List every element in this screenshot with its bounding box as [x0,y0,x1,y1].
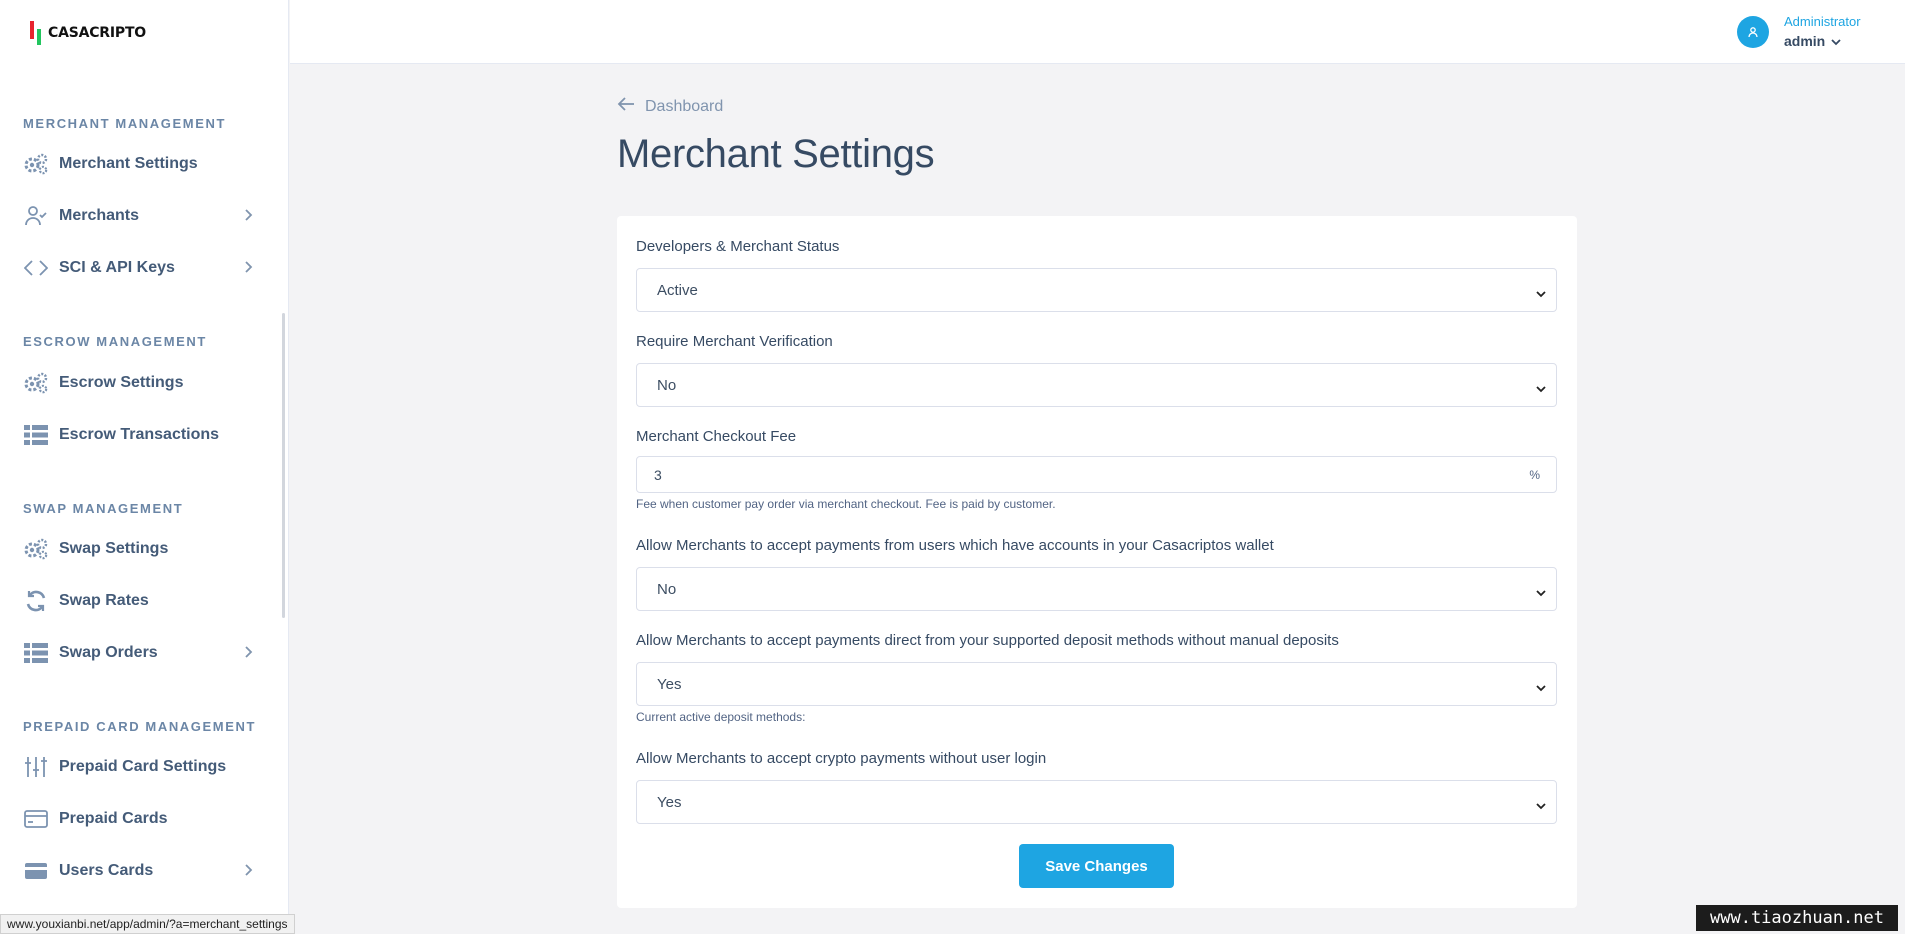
logo-mark-icon [30,21,42,45]
browser-status-url: www.youxianbi.net/app/admin/?a=merchant_… [0,914,295,934]
sidebar-item-label: Prepaid Cards [59,810,168,827]
settings-card: Developers & Merchant Status Active Requ… [617,216,1577,908]
arrow-left-icon [617,96,635,117]
gears-icon [23,151,49,177]
user-name: admin [1784,33,1826,49]
sidebar-item-swap-rates[interactable]: Swap Rates [23,583,263,619]
chevron-down-icon [1536,285,1546,302]
field-label-wallet-payments: Allow Merchants to accept payments from … [636,537,1274,554]
nav-heading-swap-management: SWAP MANAGEMENT [23,501,184,516]
deposit-methods-hint: Current active deposit methods: [636,710,806,724]
chevron-down-icon [1536,797,1546,814]
chevron-down-icon [1536,679,1546,696]
wallet-payments-select[interactable]: No [636,567,1557,611]
sidebar-item-swap-orders[interactable]: Swap Orders [23,635,263,671]
sliders-icon [23,754,49,780]
gears-icon [23,536,49,562]
sidebar: CASACRIPTO MERCHANT MANAGEMENT Merchant … [0,0,289,934]
sidebar-scrollbar[interactable] [282,313,285,618]
select-value: Yes [657,675,682,693]
sidebar-item-label: Escrow Settings [59,374,184,391]
chevron-right-icon [243,645,253,664]
gears-icon [23,370,49,396]
merchant-status-select[interactable]: Active [636,268,1557,312]
nav-heading-escrow-management: ESCROW MANAGEMENT [23,334,207,349]
page-title: Merchant Settings [617,132,935,176]
sidebar-item-label: Prepaid Card Settings [59,758,227,775]
user-meta: Administrator admin [1784,15,1861,48]
chevron-right-icon [243,863,253,882]
refresh-icon [23,588,49,614]
sidebar-item-swap-settings[interactable]: Swap Settings [23,531,263,567]
code-icon [23,255,49,281]
chevron-right-icon [243,260,253,279]
merchant-verification-select[interactable]: No [636,363,1557,407]
sidebar-item-users-cards[interactable]: Users Cards [23,853,263,889]
field-label-direct-deposit: Allow Merchants to accept payments direc… [636,632,1339,649]
breadcrumb[interactable]: Dashboard [617,96,723,117]
list-icon [23,640,49,666]
chevron-down-icon [1536,380,1546,397]
select-value: No [657,580,677,598]
sidebar-item-prepaid-cards[interactable]: Prepaid Cards [23,801,263,837]
save-changes-button[interactable]: Save Changes [1019,844,1174,888]
watermark: www.tiaozhuan.net [1696,905,1898,931]
sidebar-item-label: Swap Orders [59,644,158,661]
checkout-fee-hint: Fee when customer pay order via merchant… [636,497,1056,511]
sidebar-item-merchants[interactable]: Merchants [23,198,263,234]
list-icon [23,422,49,448]
sidebar-item-sci-api-keys[interactable]: SCI & API Keys [23,250,263,286]
chevron-right-icon [243,208,253,227]
select-value: Yes [657,793,682,811]
field-label-checkout-fee: Merchant Checkout Fee [636,428,797,445]
nav-heading-merchant-management: MERCHANT MANAGEMENT [23,116,226,131]
nav-heading-prepaid-card-management: PREPAID CARD MANAGEMENT [23,719,257,734]
avatar[interactable] [1737,15,1769,48]
sidebar-item-escrow-settings[interactable]: Escrow Settings [23,365,263,401]
brand-name: CASACRIPTO [48,25,147,41]
input-value: 3 [654,466,662,483]
user-role: Administrator [1784,14,1861,29]
sidebar-item-label: Users Cards [59,862,154,879]
select-value: No [657,376,677,394]
field-label-crypto-no-login: Allow Merchants to accept crypto payment… [636,750,1047,767]
direct-deposit-select[interactable]: Yes [636,662,1557,706]
sidebar-item-label: Swap Settings [59,540,169,557]
user-menu[interactable]: Administrator admin [1737,15,1861,48]
topbar [290,0,1905,64]
checkout-fee-input[interactable]: 3 % [636,456,1557,493]
sidebar-item-label: SCI & API Keys [59,259,175,276]
select-value: Active [657,281,698,299]
percent-suffix: % [1529,468,1540,482]
user-check-icon [23,203,49,229]
sidebar-item-merchant-settings[interactable]: Merchant Settings [23,146,263,182]
sidebar-item-label: Escrow Transactions [59,426,220,443]
card-icon [23,806,49,832]
user-name-toggle[interactable]: admin [1784,34,1861,48]
sidebar-item-prepaid-card-settings[interactable]: Prepaid Card Settings [23,749,263,785]
crypto-no-login-select[interactable]: Yes [636,780,1557,824]
sidebar-item-label: Merchants [59,207,140,224]
field-label-merchant-verification: Require Merchant Verification [636,333,833,350]
breadcrumb-label: Dashboard [645,97,724,115]
sidebar-item-escrow-transactions[interactable]: Escrow Transactions [23,417,263,453]
cards-icon [23,858,49,884]
brand-logo[interactable]: CASACRIPTO [30,18,146,48]
field-label-merchant-status: Developers & Merchant Status [636,238,840,255]
sidebar-item-label: Merchant Settings [59,155,198,172]
sidebar-item-label: Swap Rates [59,592,149,609]
chevron-down-icon [1536,584,1546,601]
chevron-down-icon [1831,34,1841,48]
